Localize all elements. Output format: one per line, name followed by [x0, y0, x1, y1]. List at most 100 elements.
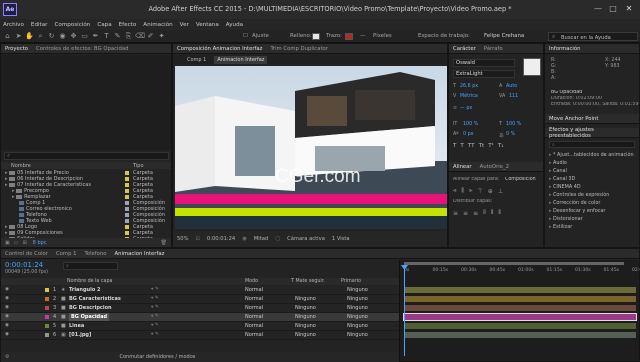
col-type[interactable]: Tipo	[133, 163, 144, 169]
label-color-chip[interactable]	[125, 219, 129, 223]
effects-category[interactable]: ▸ CINEMA 4D	[549, 183, 637, 191]
horizontal-scale-value[interactable]: 100 %	[506, 122, 521, 127]
tab-telefono[interactable]: Telefono	[80, 251, 110, 257]
menu-efecto[interactable]: Efecto	[119, 22, 137, 28]
layer-name[interactable]: Linea	[69, 322, 84, 330]
maximize-button[interactable]: □	[607, 4, 619, 14]
minimize-button[interactable]: —	[592, 4, 604, 14]
views-select[interactable]: 1 Vista	[332, 236, 350, 242]
menu-composicion[interactable]: Composición	[54, 22, 90, 28]
stroke-width[interactable]: —	[360, 33, 365, 39]
tab-autoorient[interactable]: AutoOrie_2	[476, 164, 513, 170]
label-color-chip[interactable]	[125, 213, 129, 217]
layer-switches-icon[interactable]: ⌖ ✎	[151, 295, 159, 303]
eye-icon[interactable]: ◉	[5, 295, 9, 303]
effects-category[interactable]: ▸ * Ajust...tablecidos de animación	[549, 151, 637, 159]
help-search[interactable]: ⌕ Buscar en la Ayuda	[548, 32, 638, 41]
layer-parent-select[interactable]: Ninguno	[347, 313, 368, 321]
pan-behind-tool-icon[interactable]: ✥	[69, 32, 78, 41]
distribute-left-icon[interactable]: ⦀	[483, 209, 486, 217]
effects-category[interactable]: ▸ Audio	[549, 159, 637, 167]
resolution-select[interactable]: Mitad	[254, 236, 268, 242]
eye-icon[interactable]: ◉	[5, 304, 9, 312]
fit-icon[interactable]: ⊡	[196, 236, 200, 242]
layer-row[interactable]: ◉ 4 ■ BG Opacidad ⌖ ✎ Normal Ninguno Ninguno	[1, 313, 399, 322]
font-family-select[interactable]: Oswald	[453, 59, 515, 67]
menu-ver[interactable]: Ver	[180, 22, 189, 28]
layer-parent-select[interactable]: Ninguno	[347, 304, 368, 312]
font-style-select[interactable]: ExtraLight	[453, 70, 515, 78]
menu-capa[interactable]: Capa	[97, 22, 111, 28]
layer-mode-select[interactable]: Normal	[245, 286, 263, 294]
menu-archivo[interactable]: Archivo	[3, 22, 24, 28]
col-parent[interactable]: Primario	[341, 279, 361, 284]
col-name[interactable]: Nombre	[11, 163, 31, 169]
layer-duration-bar[interactable]	[404, 305, 636, 311]
label-color-chip[interactable]	[125, 231, 129, 235]
fill-swatch[interactable]	[312, 33, 320, 40]
rectangle-tool-icon[interactable]: ▭	[80, 32, 89, 41]
layer-trkmat-select[interactable]: Ninguno	[295, 295, 316, 303]
camera-tool-icon[interactable]: ◉	[58, 32, 67, 41]
text-fill-swatch[interactable]	[523, 58, 541, 76]
timeline-graph[interactable]: 0s 00:15s 00:30s 00:45s 01:00s 01:15s 01:30s 01…	[399, 260, 640, 361]
tab-move-anchor-point[interactable]: Move Anchor Point	[545, 116, 602, 122]
layer-row[interactable]: ◉ 3 ■ BG Descripcion ⌖ ✎ Normal Ninguno Ninguno	[1, 304, 399, 313]
align-left-icon[interactable]: ⫷	[453, 187, 456, 195]
font-size-value[interactable]: 26,6 px	[460, 84, 478, 89]
layer-parent-select[interactable]: Ninguno	[347, 286, 368, 294]
work-area-bar[interactable]	[404, 262, 624, 265]
layer-switches-icon[interactable]: ⌖ ✎	[151, 286, 159, 294]
pen-tool-icon[interactable]: ✒	[91, 32, 100, 41]
close-button[interactable]: ✕	[623, 4, 635, 14]
effects-category[interactable]: ▸ Canal 3D	[549, 175, 637, 183]
roi-icon[interactable]: ▢	[275, 236, 280, 242]
roto-tool-icon[interactable]: ✐	[146, 32, 155, 41]
layer-switches-icon[interactable]: ⌖ ✎	[151, 331, 159, 339]
layer-name[interactable]: BG Descripcion	[69, 304, 112, 312]
stroke-swatch[interactable]	[345, 33, 353, 40]
camera-select[interactable]: Cámara activa	[287, 236, 325, 242]
align-vcenter-icon[interactable]: ⊕	[488, 188, 493, 195]
layer-mode-select[interactable]: Normal	[245, 313, 263, 321]
tab-effects-presets[interactable]: Efectos y ajustes preestablecidos	[545, 127, 639, 139]
timeline-timecode[interactable]: 0:00:01:24	[5, 261, 43, 269]
subtab-comp1[interactable]: Comp 1	[187, 57, 206, 63]
current-time[interactable]: 0:00:01:24	[207, 236, 235, 242]
subscript-button[interactable]: T₁	[498, 143, 504, 149]
new-comp-icon[interactable]: ⊞	[22, 240, 26, 246]
superscript-button[interactable]: T¹	[488, 143, 494, 149]
playhead[interactable]	[404, 266, 405, 356]
layer-parent-select[interactable]: Ninguno	[347, 331, 368, 339]
layer-mode-select[interactable]: Normal	[245, 322, 263, 330]
tracking-value[interactable]: 111	[509, 94, 518, 99]
tab-animacion-interfaz[interactable]: Animacion Interfaz	[111, 251, 169, 257]
menu-ayuda[interactable]: Ayuda	[226, 22, 243, 28]
layer-label-chip[interactable]	[45, 315, 49, 319]
tab-align[interactable]: Alinear	[449, 164, 476, 170]
distribute-vcenter-icon[interactable]: ≡	[463, 210, 468, 217]
bit-depth-label[interactable]: 8 bpc	[33, 240, 47, 246]
layer-trkmat-select[interactable]: Ninguno	[295, 322, 316, 330]
layer-label-chip[interactable]	[45, 297, 49, 301]
kerning-value[interactable]: Métrica	[460, 94, 478, 99]
effects-search[interactable]: ⌕	[549, 141, 635, 148]
layer-duration-bar[interactable]	[404, 296, 636, 302]
eye-icon[interactable]: ◉	[5, 286, 9, 294]
col-mode[interactable]: Modo	[245, 279, 258, 284]
menu-ventana[interactable]: Ventana	[196, 22, 219, 28]
stroke-width-value[interactable]: — px	[460, 106, 472, 111]
label-color-chip[interactable]	[125, 225, 129, 229]
layer-switches-icon[interactable]: ⌖ ✎	[151, 322, 159, 330]
align-to-select[interactable]: Composición	[505, 177, 536, 182]
small-caps-button[interactable]: Tt	[479, 143, 485, 149]
menu-editar[interactable]: Editar	[31, 22, 48, 28]
switches-icon[interactable]: ⚙	[5, 354, 9, 360]
label-color-chip[interactable]	[125, 207, 129, 211]
time-ruler[interactable]: 0s 00:15s 00:30s 00:45s 01:00s 01:15s 01:30s 01…	[400, 268, 640, 278]
layer-trkmat-select[interactable]: Ninguno	[295, 313, 316, 321]
align-top-icon[interactable]: ⊤	[478, 188, 483, 195]
faux-italic-button[interactable]: T	[460, 143, 463, 149]
baseline-value[interactable]: 0 px	[463, 132, 473, 137]
layer-label-chip[interactable]	[45, 333, 49, 337]
